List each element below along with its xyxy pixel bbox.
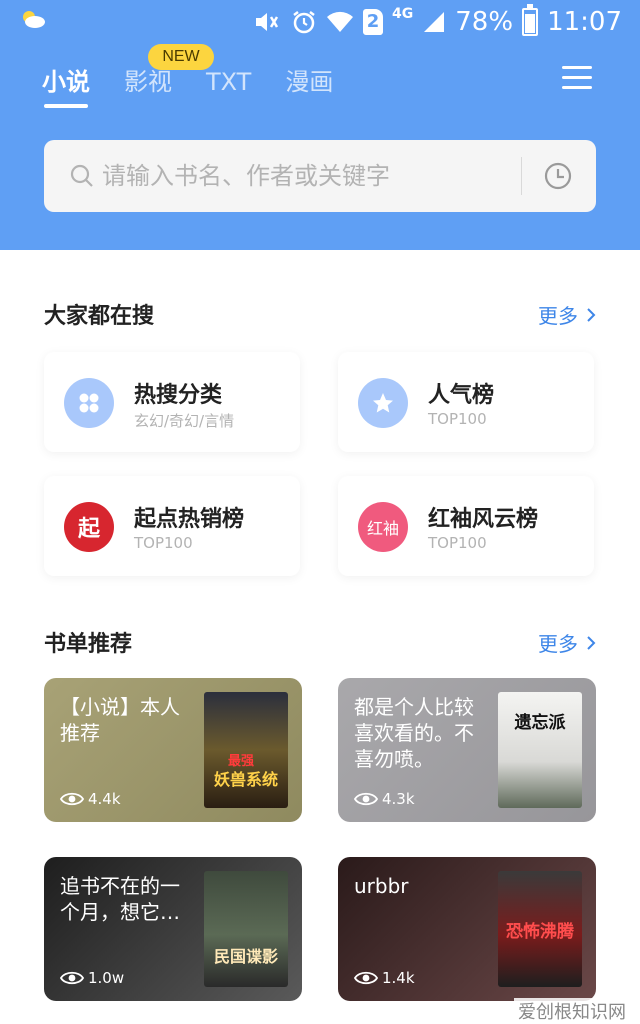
- hot-search-category-card[interactable]: 热搜分类 玄幻/奇幻/言情: [44, 352, 300, 452]
- booklist-title: 都是个人比较喜欢看的。不喜勿喷。: [354, 695, 474, 771]
- status-bar: 2 4G 78% 11:07: [0, 0, 640, 44]
- book-cover: 最强 妖兽系统: [204, 692, 288, 808]
- cover-title: 妖兽系统: [213, 770, 278, 789]
- chevron-right-icon: [587, 635, 596, 650]
- eye-icon: [354, 792, 378, 806]
- chevron-right-icon: [587, 307, 596, 322]
- more-label: 更多: [538, 632, 578, 656]
- booklist-title: 追书不在的一个月，想它…: [60, 874, 180, 924]
- view-count: 1.0w: [60, 969, 124, 987]
- signal-icon: [422, 10, 446, 34]
- cover-title: 民国谍影: [213, 947, 278, 966]
- tab-novel[interactable]: 小说: [42, 62, 90, 108]
- card-subtitle: TOP100: [428, 410, 487, 428]
- search-bar: [44, 140, 596, 212]
- popularity-ranking-card[interactable]: 人气榜 TOP100: [338, 352, 594, 452]
- booklist-title: 【小说】本人推荐: [60, 695, 180, 745]
- search-input[interactable]: [102, 162, 521, 190]
- card-subtitle: TOP100: [134, 534, 193, 552]
- booklist-card[interactable]: urbbr 1.4k 恐怖沸腾: [338, 857, 596, 1001]
- weather-cloud-icon: [23, 11, 45, 28]
- search-divider: [521, 157, 522, 195]
- tab-comic[interactable]: 漫画: [285, 62, 333, 102]
- eye-icon: [354, 971, 378, 985]
- booklist-card[interactable]: 都是个人比较喜欢看的。不喜勿喷。 4.3k 遗忘派: [338, 678, 596, 822]
- card-title: 红袖风云榜: [428, 507, 539, 532]
- new-badge: NEW: [148, 44, 214, 70]
- eye-icon: [60, 792, 84, 806]
- view-count-text: 4.3k: [382, 790, 415, 808]
- search-icon: [70, 164, 93, 187]
- booklist-section-title: 书单推荐: [44, 632, 133, 657]
- alarm-icon: [291, 9, 317, 35]
- battery-percent: 78%: [455, 7, 514, 37]
- booklist-card[interactable]: 追书不在的一个月，想它… 1.0w 民国谍影: [44, 857, 302, 1001]
- star-icon: [358, 378, 408, 428]
- hot-section-title: 大家都在搜: [44, 304, 155, 329]
- book-cover: 民国谍影: [204, 871, 288, 987]
- hongxiu-ranking-card[interactable]: 红袖 红袖风云榜 TOP100: [338, 476, 594, 576]
- view-count: 4.3k: [354, 790, 415, 808]
- mute-icon: [252, 9, 282, 35]
- app-header: 2 4G 78% 11:07 小说 影视 TXT 漫画 NEW: [0, 0, 640, 250]
- menu-icon[interactable]: [562, 66, 592, 92]
- view-count-text: 1.4k: [382, 969, 415, 987]
- wifi-icon: [326, 10, 354, 34]
- hongxiu-logo-icon: 红袖: [358, 502, 408, 552]
- card-subtitle: 玄幻/奇幻/言情: [134, 412, 235, 430]
- hot-more-link[interactable]: 更多: [538, 300, 596, 329]
- view-count: 1.4k: [354, 969, 415, 987]
- booklist-more-link[interactable]: 更多: [538, 628, 596, 657]
- cover-title: 遗忘派: [514, 713, 566, 733]
- booklist-card[interactable]: 【小说】本人推荐 4.4k 最强 妖兽系统: [44, 678, 302, 822]
- battery-icon: [522, 4, 539, 36]
- card-subtitle: TOP100: [428, 534, 487, 552]
- network-type-label: 4G: [392, 6, 414, 22]
- more-label: 更多: [538, 304, 578, 328]
- view-count-text: 1.0w: [88, 969, 125, 987]
- history-clock-icon[interactable]: [542, 160, 574, 192]
- tab-txt[interactable]: TXT: [206, 62, 251, 102]
- booklist-title: urbbr: [354, 874, 409, 898]
- watermark: 爱创根知识网: [514, 998, 630, 1024]
- card-title: 起点热销榜: [134, 507, 245, 532]
- qidian-logo-icon: 起: [64, 502, 114, 552]
- eye-icon: [60, 971, 84, 985]
- card-title: 人气榜: [428, 383, 495, 408]
- sim-slot-badge: 2: [363, 9, 384, 35]
- cover-title: 恐怖沸腾: [506, 922, 574, 942]
- grid-icon: [64, 378, 114, 428]
- book-cover: 恐怖沸腾: [498, 871, 582, 987]
- clock-time: 11:07: [547, 7, 622, 37]
- view-count: 4.4k: [60, 790, 121, 808]
- card-title: 热搜分类: [134, 383, 223, 408]
- qidian-bestseller-card[interactable]: 起 起点热销榜 TOP100: [44, 476, 300, 576]
- book-cover: 遗忘派: [498, 692, 582, 808]
- view-count-text: 4.4k: [88, 790, 121, 808]
